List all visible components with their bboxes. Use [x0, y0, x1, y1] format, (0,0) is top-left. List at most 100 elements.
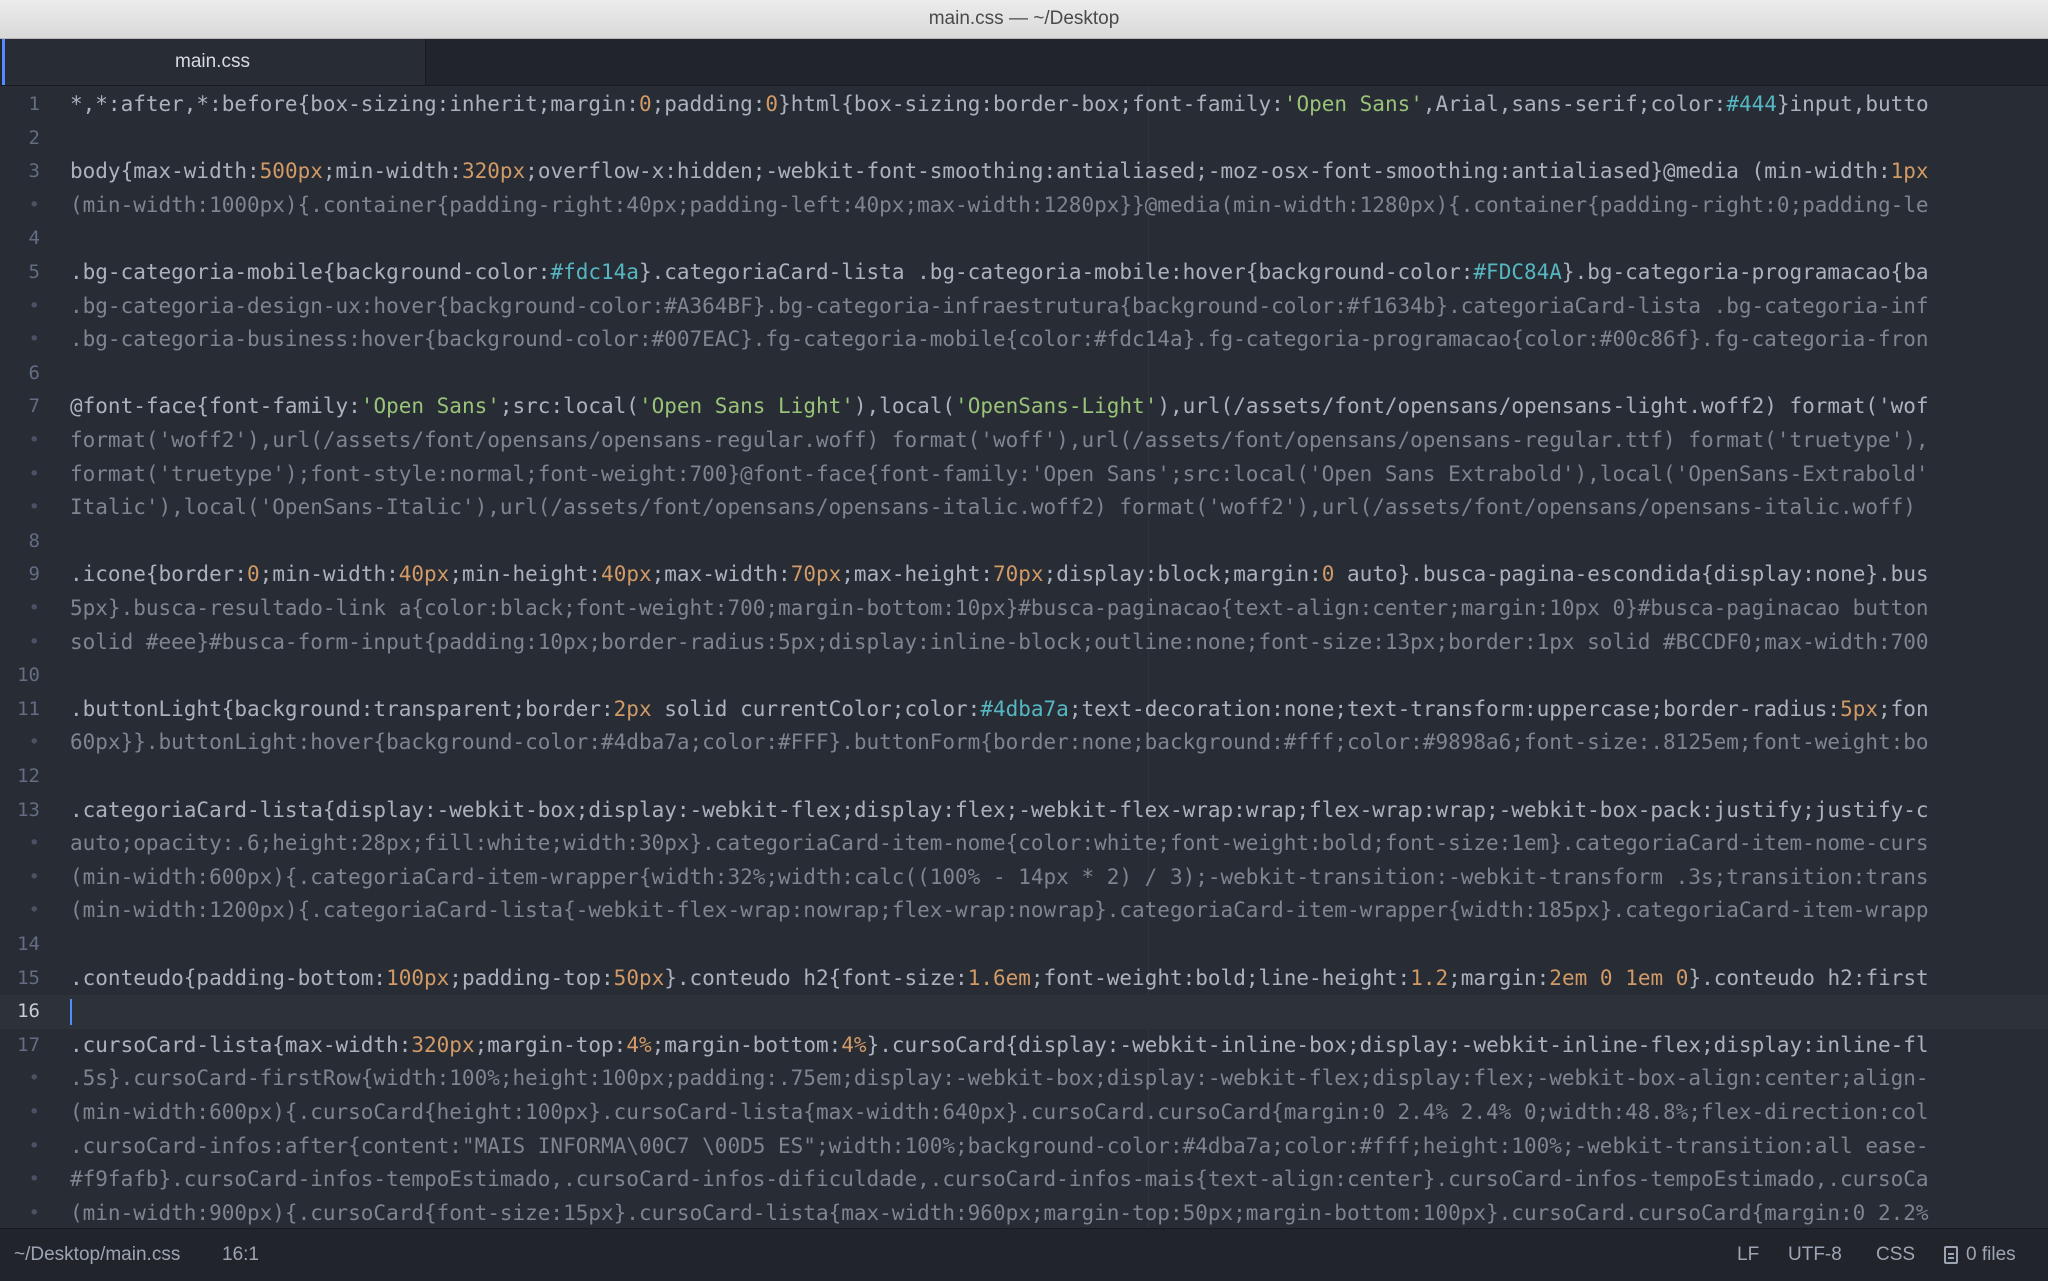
line-number: • [28, 1168, 40, 1191]
line-number: • [28, 865, 40, 888]
tab-bar: main.css [0, 39, 2048, 86]
code-text: .conteudo{padding-bottom:100px;padding-t… [70, 965, 1929, 990]
status-line-ending[interactable]: LF [1737, 1229, 1759, 1281]
status-git-files[interactable]: 0 files [1944, 1229, 2016, 1281]
code-line[interactable]: • (min-width:600px){.cursoCard{height:100… [0, 1096, 2048, 1130]
code-line[interactable]: • format('truetype');font-style:normal;fo… [0, 458, 2048, 492]
status-cursor-position[interactable]: 16:1 [222, 1229, 259, 1281]
code-line[interactable]: • format('woff2'),url(/assets/font/opensa… [0, 424, 2048, 458]
line-number: 14 [17, 933, 40, 955]
code-text: solid #eee}#busca-form-input{padding:10p… [70, 629, 1929, 654]
code-line[interactable]: • (min-width:1000px){.container{padding-r… [0, 189, 2048, 223]
code-line[interactable]: 6 [0, 357, 2048, 391]
code-line[interactable]: 3 body{max-width:500px;min-width:320px;ov… [0, 155, 2048, 189]
window-titlebar: main.css — ~/Desktop [0, 0, 2048, 39]
code-text: .bg-categoria-business:hover{background-… [70, 327, 1929, 352]
line-number: 7 [28, 395, 40, 418]
line-number: • [28, 899, 40, 922]
code-text: .categoriaCard-lista{display:-webkit-box… [70, 797, 1929, 822]
code-line[interactable]: 7 @font-face{font-family:'Open Sans';src:… [0, 390, 2048, 424]
code-text: 5px}.busca-resultado-link a{color:black;… [70, 596, 1929, 620]
code-line[interactable]: • .bg-categoria-business:hover{background… [0, 323, 2048, 357]
code-line[interactable]: • auto;opacity:.6;height:28px;fill:white;… [0, 827, 2048, 861]
code-text: #f9fafb}.cursoCard-infos-tempoEstimado,.… [70, 1167, 1929, 1192]
window-title: main.css — ~/Desktop [928, 8, 1120, 29]
code-line[interactable]: 1 *,*:after,*:before{box-sizing:inherit;m… [0, 88, 2048, 122]
code-line[interactable]: 8 [0, 525, 2048, 559]
code-text: format('truetype');font-style:normal;fon… [70, 461, 1929, 486]
code-text: .bg-categoria-design-ux:hover{background… [70, 293, 1929, 318]
code-line[interactable]: 10 [0, 659, 2048, 693]
code-line[interactable]: 13 .categoriaCard-lista{display:-webkit-b… [0, 794, 2048, 828]
line-number: 9 [28, 563, 40, 586]
line-number: 6 [28, 361, 40, 384]
line-number: • [28, 1134, 40, 1157]
line-number: • [28, 328, 40, 351]
code-text: auto;opacity:.6;height:28px;fill:white;w… [70, 831, 1929, 856]
line-number: 2 [28, 126, 40, 149]
code-text: *,*:after,*:before{box-sizing:inherit;ma… [70, 92, 1929, 116]
status-bar: ~/Desktop/main.css 16:1 LF UTF-8 CSS 0 f… [0, 1228, 2048, 1281]
line-number: • [28, 1067, 40, 1090]
code-line[interactable]: • .5s}.cursoCard-firstRow{width:100%;heig… [0, 1062, 2048, 1096]
code-line[interactable]: • .cursoCard-infos:after{content:"MAIS IN… [0, 1130, 2048, 1164]
code-text: .icone{border:0;min-width:40px;min-heigh… [70, 562, 1929, 587]
code-text: body{max-width:500px;min-width:320px;ove… [70, 159, 1929, 184]
status-grammar[interactable]: CSS [1876, 1229, 1915, 1281]
line-number: 10 [17, 664, 40, 687]
code-text: .5s}.cursoCard-firstRow{width:100%;heigh… [70, 1066, 1929, 1091]
line-number: 12 [17, 765, 40, 787]
line-number: • [28, 597, 40, 619]
code-text: (min-width:1000px){.container{padding-ri… [70, 192, 1929, 217]
code-line[interactable]: • (min-width:600px){.categoriaCard-item-w… [0, 861, 2048, 895]
line-number: 8 [28, 529, 40, 552]
line-number: • [28, 193, 40, 216]
line-number: • [28, 731, 40, 754]
code-text: (min-width:600px){.categoriaCard-item-wr… [70, 864, 1929, 889]
line-number: • [28, 832, 40, 855]
code-line[interactable]: • #f9fafb}.cursoCard-infos-tempoEstimado,… [0, 1163, 2048, 1197]
code-text: (min-width:900px){.cursoCard{font-size:1… [70, 1200, 1929, 1225]
code-line[interactable]: • .bg-categoria-design-ux:hover{backgroun… [0, 290, 2048, 324]
code-text: format('woff2'),url(/assets/font/opensan… [70, 428, 1929, 452]
code-line[interactable]: 5 .bg-categoria-mobile{background-color:#… [0, 256, 2048, 290]
code-line[interactable]: • Italic'),local('OpenSans-Italic'),url(/… [0, 491, 2048, 525]
tab-main-css[interactable]: main.css [2, 39, 426, 85]
code-line[interactable]: • solid #eee}#busca-form-input{padding:10… [0, 626, 2048, 660]
code-line[interactable]: 14 [0, 928, 2048, 962]
code-line[interactable]: 16 [0, 995, 2048, 1029]
line-number: 1 [28, 93, 40, 115]
code-text: .bg-categoria-mobile{background-color:#f… [70, 260, 1929, 284]
code-line[interactable]: 17 .cursoCard-lista{max-width:320px;margi… [0, 1029, 2048, 1063]
code-line[interactable]: • 5px}.busca-resultado-link a{color:black… [0, 592, 2048, 626]
line-number: 17 [17, 1033, 40, 1056]
tab-label: main.css [175, 51, 250, 72]
code-text: .cursoCard-lista{max-width:320px;margin-… [70, 1032, 1929, 1057]
code-text: .buttonLight{background:transparent;bord… [70, 696, 1929, 721]
line-number: 13 [17, 798, 40, 821]
line-number: • [28, 462, 40, 485]
git-files-label: 0 files [1966, 1244, 2016, 1265]
line-number: • [28, 294, 40, 317]
code-editor[interactable]: 1 *,*:after,*:before{box-sizing:inherit;m… [0, 86, 2048, 1228]
line-number: 4 [28, 227, 40, 250]
line-number: 11 [17, 697, 40, 720]
code-text: 60px}}.buttonLight:hover{background-colo… [70, 730, 1929, 755]
code-line[interactable]: 15 .conteudo{padding-bottom:100px;padding… [0, 962, 2048, 996]
code-line[interactable]: 9 .icone{border:0;min-width:40px;min-heig… [0, 558, 2048, 592]
code-line[interactable]: • (min-width:900px){.cursoCard{font-size:… [0, 1197, 2048, 1228]
code-line[interactable]: 12 [0, 760, 2048, 794]
line-number: 5 [28, 261, 40, 283]
code-line[interactable]: • 60px}}.buttonLight:hover{background-col… [0, 726, 2048, 760]
line-number: • [28, 630, 40, 653]
code-line[interactable]: • (min-width:1200px){.categoriaCard-lista… [0, 894, 2048, 928]
status-encoding[interactable]: UTF-8 [1788, 1229, 1842, 1281]
code-text: .cursoCard-infos:after{content:"MAIS INF… [70, 1133, 1929, 1158]
code-text: Italic'),local('OpenSans-Italic'),url(/a… [70, 495, 1916, 520]
status-file-path[interactable]: ~/Desktop/main.css [14, 1229, 180, 1281]
code-line[interactable]: 4 [0, 222, 2048, 256]
code-line[interactable]: 11 .buttonLight{background:transparent;bo… [0, 693, 2048, 727]
code-line[interactable]: 2 [0, 122, 2048, 156]
line-number: 15 [17, 966, 40, 989]
line-number: • [28, 1201, 40, 1224]
